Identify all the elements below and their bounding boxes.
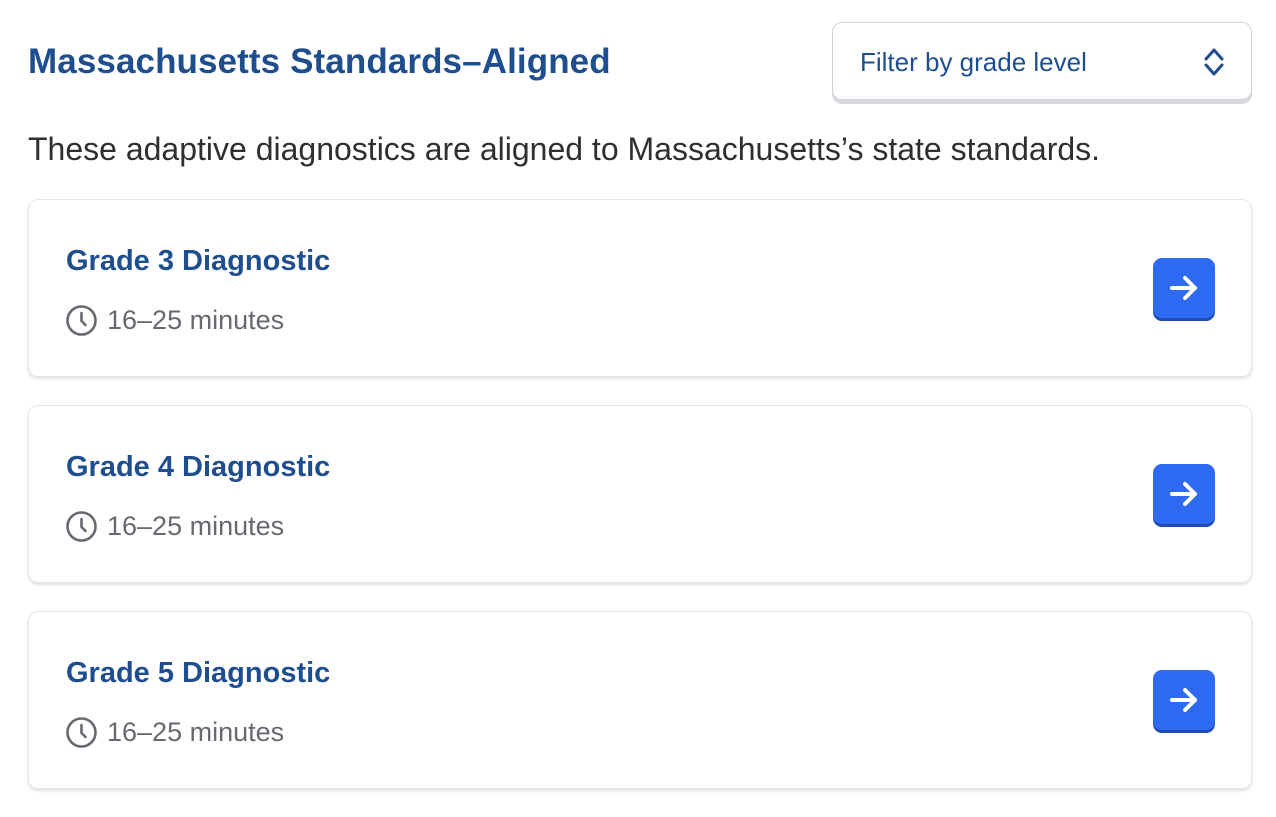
diagnostic-title: Grade 4 Diagnostic [66, 451, 331, 483]
arrow-right-icon [1170, 688, 1197, 712]
diagnostic-card-grade-4[interactable]: Grade 4 Diagnostic 16–25 minutes [28, 405, 1252, 583]
page-title: Massachusetts Standards–Aligned [28, 42, 611, 81]
duration-text: 16–25 minutes [107, 511, 285, 541]
grade-filter-select[interactable]: Filter by grade level [832, 22, 1252, 100]
diagnostic-title: Grade 3 Diagnostic [66, 245, 331, 277]
intro-description: These adaptive diagnostics are aligned t… [28, 131, 1101, 167]
start-diagnostic-button[interactable] [1153, 464, 1215, 524]
diagnostic-card-grade-3[interactable]: Grade 3 Diagnostic 16–25 minutes [28, 199, 1252, 377]
duration-text: 16–25 minutes [107, 305, 285, 335]
diagnostic-list: Grade 3 Diagnostic 16–25 minutes Grade 4… [28, 199, 1252, 817]
arrow-right-icon [1170, 482, 1197, 506]
page-header: Massachusetts Standards–Aligned Filter b… [28, 22, 1252, 102]
clock-icon [66, 716, 97, 748]
diagnostic-duration: 16–25 minutes [65, 715, 284, 749]
duration-text: 16–25 minutes [107, 717, 285, 747]
chevron-up-down-icon [1204, 48, 1224, 76]
diagnostic-duration: 16–25 minutes [65, 303, 284, 337]
start-diagnostic-button[interactable] [1153, 258, 1215, 318]
diagnostic-title: Grade 5 Diagnostic [66, 657, 331, 689]
clock-icon [66, 510, 97, 542]
diagnostic-card-grade-5[interactable]: Grade 5 Diagnostic 16–25 minutes [28, 611, 1252, 789]
diagnostic-duration: 16–25 minutes [65, 509, 284, 543]
start-diagnostic-button[interactable] [1153, 670, 1215, 730]
arrow-right-icon [1170, 276, 1197, 300]
clock-icon [66, 304, 97, 336]
grade-filter-label: Filter by grade level [860, 47, 1087, 77]
